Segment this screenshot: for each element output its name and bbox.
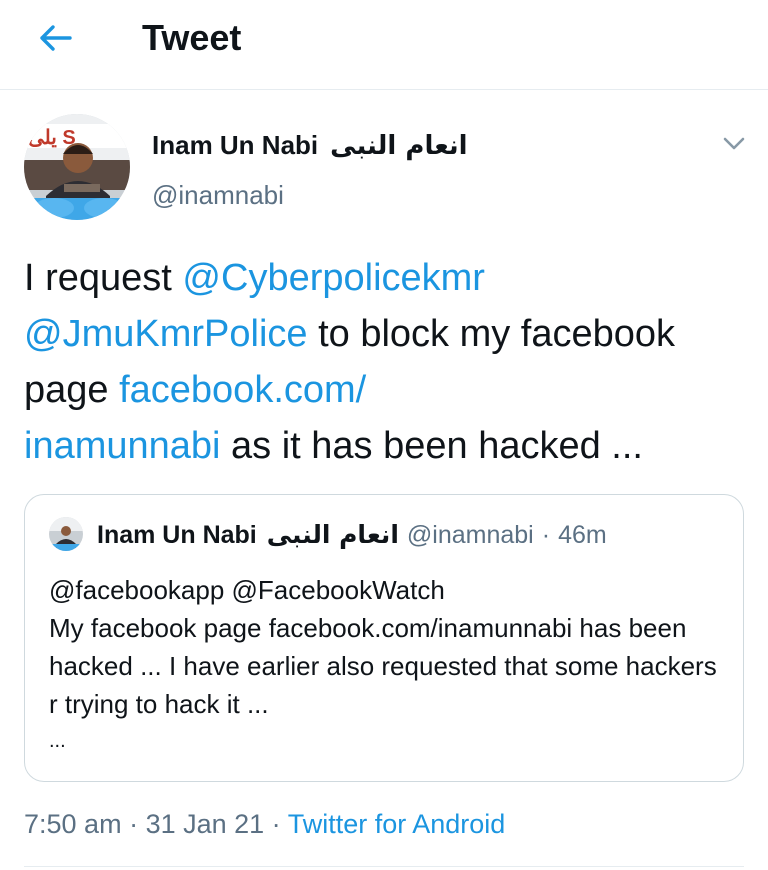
tweet-time[interactable]: 7:50 am <box>24 809 122 839</box>
tweet-text-part: as it has been hacked ... <box>220 425 643 467</box>
quoted-mentions: @facebookapp @FacebookWatch <box>49 575 445 605</box>
author-name-latin: Inam Un Nabi <box>152 130 319 160</box>
url-link-part: inamunnabi <box>24 425 221 467</box>
tweet-source-link[interactable]: Twitter for Android <box>288 809 506 839</box>
quoted-tweet[interactable]: Inam Un Nabi انعام النبی @inamnabi · 46m @fa… <box>24 494 744 782</box>
meta-separator: · <box>264 809 288 839</box>
tweet-text: I request @Cyberpolicekmr @JmuKmrPolice t… <box>24 250 744 474</box>
author-name[interactable]: Inam Un Nabi انعام النبی <box>152 128 468 163</box>
quoted-author-name: Inam Un Nabi <box>97 521 257 549</box>
arrow-left-icon <box>40 25 72 51</box>
back-button[interactable] <box>32 18 80 58</box>
quoted-message: My facebook page facebook.com/inamunnabi… <box>49 613 717 719</box>
top-bar: Tweet <box>0 0 768 90</box>
mention-link[interactable]: @Cyberpolicekmr <box>182 257 485 299</box>
divider <box>24 866 744 867</box>
tweet-options-button[interactable] <box>718 130 750 158</box>
author-name-urdu: انعام النبی <box>330 131 468 161</box>
quoted-avatar <box>49 517 83 551</box>
mention-link[interactable]: @JmuKmrPolice <box>24 313 308 355</box>
quoted-avatar-image <box>49 517 83 551</box>
url-link-part: facebook.com/ <box>119 369 367 411</box>
quoted-text: @facebookapp @FacebookWatch My facebook … <box>49 571 729 723</box>
page-title: Tweet <box>142 17 242 58</box>
chevron-down-icon <box>723 137 745 150</box>
meta-separator: · <box>121 809 146 839</box>
avatar-banner-text: يلى S <box>28 127 76 149</box>
quoted-more-indicator: ... <box>49 730 66 752</box>
quoted-handle: @inamnabi <box>406 521 534 549</box>
quoted-author-name-urdu: انعام النبی <box>266 520 399 549</box>
tweet-text-part: I request <box>24 257 183 299</box>
quoted-time: 46m <box>558 521 607 549</box>
author-handle[interactable]: @inamnabi <box>152 178 284 212</box>
quoted-header: Inam Un Nabi انعام النبی @inamnabi · 46m <box>97 519 607 551</box>
tweet-date[interactable]: 31 Jan 21 <box>146 809 265 839</box>
tweet-meta: 7:50 am · 31 Jan 21 · Twitter for Androi… <box>24 806 505 842</box>
quoted-separator: · <box>541 521 551 549</box>
author-avatar[interactable]: يلى S <box>24 114 130 220</box>
avatar-image: يلى S <box>24 114 130 220</box>
